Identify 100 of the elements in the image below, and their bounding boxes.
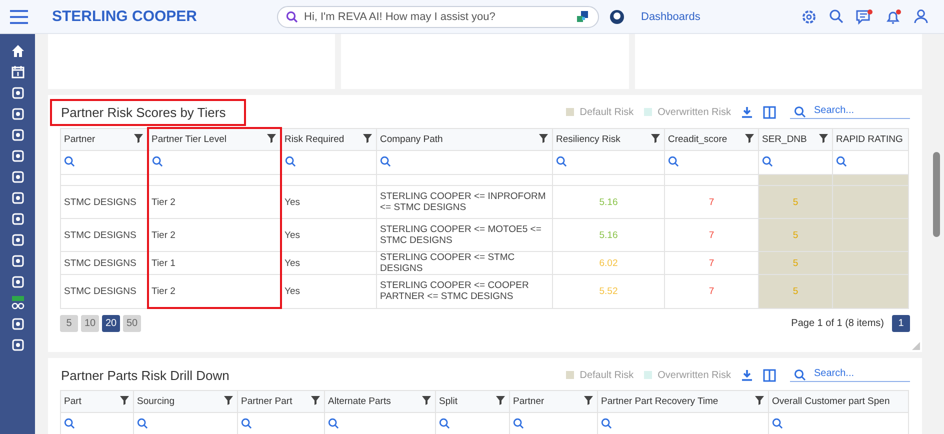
column-header[interactable]: SER_DNB — [758, 128, 832, 150]
assistant-avatar-icon[interactable] — [609, 8, 625, 24]
column-header[interactable]: Alternate Parts — [324, 390, 436, 412]
column-header[interactable]: Company Path — [376, 128, 552, 150]
column-header[interactable]: Resiliency Risk — [552, 128, 664, 150]
column-header[interactable]: Partner Part Recovery Time — [598, 390, 768, 412]
column-header[interactable]: Overall Customer part Spen — [768, 390, 908, 412]
search-icon — [328, 418, 339, 428]
table-cell: 5.16 — [552, 186, 664, 218]
column-header[interactable]: Part — [60, 390, 134, 412]
columns-icon[interactable] — [763, 368, 776, 382]
column-header[interactable]: Partner — [60, 128, 148, 150]
filter-field[interactable] — [280, 150, 376, 174]
page-info: Page 1 of 1 (8 items) — [791, 318, 884, 329]
page-size-button[interactable]: 50 — [123, 315, 141, 332]
search-icon — [836, 156, 847, 166]
filter-icon[interactable] — [422, 396, 431, 405]
search-icon — [439, 418, 450, 428]
column-header[interactable]: Risk Required — [280, 128, 376, 150]
table-cell: Yes — [280, 274, 376, 308]
table-cell: 7 — [664, 252, 758, 274]
chat-icon[interactable] — [856, 8, 873, 24]
filter-icon[interactable] — [266, 134, 276, 143]
calendar-icon[interactable] — [10, 65, 24, 79]
table-cell: 6.02 — [552, 252, 664, 274]
bell-icon[interactable] — [885, 8, 902, 24]
table-cell: Yes — [280, 252, 376, 274]
search-icon — [772, 418, 783, 428]
brand-name: STERLING COOPER — [52, 8, 198, 25]
user-icon[interactable] — [914, 9, 928, 24]
filter-field[interactable] — [552, 150, 664, 174]
search-icon — [513, 418, 524, 428]
search-icon — [64, 418, 75, 428]
filter-icon[interactable] — [819, 134, 828, 142]
table-cell: 5 — [758, 274, 832, 308]
download-icon[interactable] — [741, 106, 753, 118]
column-header[interactable]: Partner Tier Level — [148, 128, 280, 150]
search-icon — [556, 156, 567, 166]
cube-logo-icon — [576, 10, 590, 24]
table-cell: 5 — [758, 252, 832, 274]
filter-field[interactable] — [376, 150, 552, 174]
filter-icon[interactable] — [120, 396, 129, 405]
table-cell: STMC DESIGNS — [60, 186, 148, 218]
filter-field[interactable] — [148, 150, 280, 174]
page-size-button[interactable]: 10 — [81, 315, 99, 332]
download-icon[interactable] — [741, 369, 753, 381]
filter-icon[interactable] — [755, 396, 764, 405]
table-cell: Yes — [280, 186, 376, 218]
panel-title: Partner Risk Scores by Tiers — [50, 98, 246, 126]
filter-icon[interactable] — [363, 134, 372, 142]
table-cell: Tier 2 — [148, 218, 280, 252]
filter-icon[interactable] — [745, 134, 754, 142]
page-button[interactable]: 1 — [892, 315, 910, 332]
legend-item: Default Risk — [566, 106, 634, 118]
menu-icon[interactable] — [10, 10, 28, 24]
search-icon — [794, 106, 806, 118]
table-cell: 5 — [758, 218, 832, 252]
filter-icon[interactable] — [134, 134, 142, 142]
new-tools-icon[interactable] — [10, 296, 24, 310]
filter-icon[interactable] — [311, 396, 320, 405]
filter-icon[interactable] — [224, 396, 233, 405]
page-size-button[interactable]: 20 — [102, 315, 120, 332]
home-icon[interactable] — [10, 44, 24, 58]
column-header[interactable]: Sourcing — [134, 390, 238, 412]
column-header[interactable]: Creadit_score — [664, 128, 758, 150]
column-header[interactable]: Partner Part — [238, 390, 324, 412]
search-field[interactable]: Search... — [790, 368, 910, 382]
search-icon — [794, 369, 806, 381]
resize-grip-icon[interactable] — [912, 342, 920, 350]
table-cell: Tier 1 — [148, 252, 280, 274]
search-icon — [380, 156, 391, 166]
page-size-button[interactable]: 5 — [60, 315, 78, 332]
column-header[interactable]: Split — [436, 390, 510, 412]
column-header[interactable]: RAPID RATING — [832, 128, 908, 150]
assistant-search-field[interactable]: Hi, I'm REVA AI! How may I assist you? — [277, 6, 599, 28]
search-icon — [762, 156, 773, 166]
filter-field[interactable] — [664, 150, 758, 174]
table-cell: 5 — [758, 186, 832, 218]
legend-item: Overwritten Risk — [644, 370, 731, 380]
table-cell: Yes — [280, 218, 376, 252]
search-icon — [286, 10, 298, 22]
table-cell: STMC DESIGNS — [60, 274, 148, 308]
filter-field[interactable] — [60, 150, 148, 174]
dashboards-link[interactable]: Dashboards — [641, 10, 700, 22]
filter-icon[interactable] — [584, 396, 593, 405]
columns-icon[interactable] — [763, 106, 776, 118]
table-cell: STMC DESIGNS — [60, 218, 148, 252]
legend-item: Overwritten Risk — [644, 106, 731, 118]
settings-icon[interactable] — [801, 8, 817, 24]
search-icon — [64, 156, 75, 166]
search-icon[interactable] — [829, 9, 844, 24]
panel-title: Partner Parts Risk Drill Down — [60, 366, 230, 384]
filter-field[interactable] — [60, 412, 134, 434]
filter-icon[interactable] — [539, 134, 548, 142]
table-cell: 5.52 — [552, 274, 664, 308]
column-header[interactable]: Partner — [510, 390, 598, 412]
filter-icon[interactable] — [496, 396, 505, 405]
search-field[interactable]: Search... — [790, 105, 910, 119]
search-icon — [668, 156, 679, 166]
filter-icon[interactable] — [651, 134, 660, 142]
